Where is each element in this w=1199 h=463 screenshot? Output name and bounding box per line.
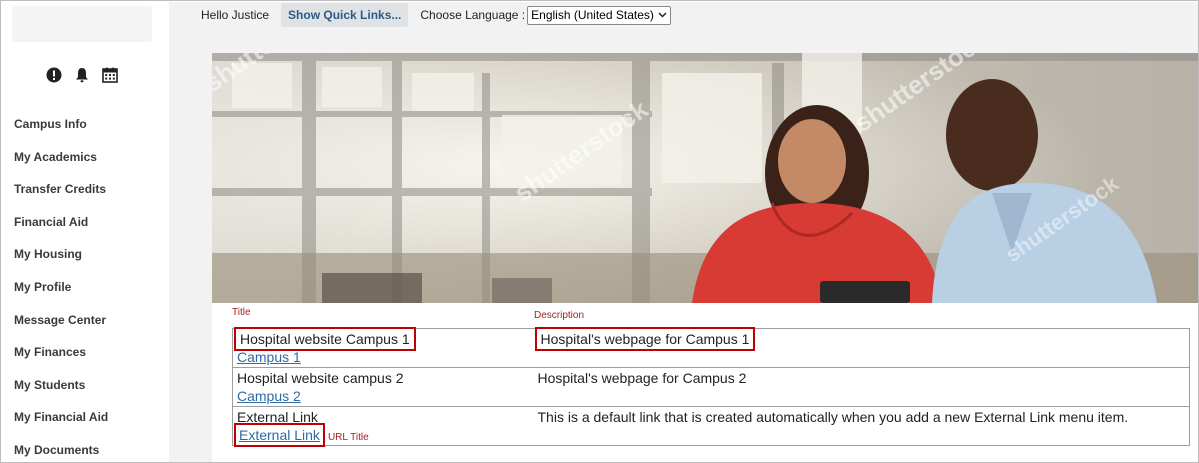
sidebar-item-financial-aid[interactable]: Financial Aid	[14, 214, 108, 247]
quick-links-table: Hospital website Campus 1 Campus 1 Hospi…	[232, 327, 1190, 447]
alert-icon[interactable]	[45, 66, 63, 84]
main-content: Hello Justice Show Quick Links... Choose…	[169, 2, 1198, 462]
top-bar: Hello Justice Show Quick Links... Choose…	[201, 3, 671, 27]
sidebar-item-my-housing[interactable]: My Housing	[14, 246, 108, 279]
sidebar-icons	[45, 66, 119, 84]
link-cell: Hospital website campus 2 Campus 2	[232, 367, 534, 407]
link-url[interactable]: Campus 1	[237, 348, 301, 366]
sidebar-item-my-students[interactable]: My Students	[14, 377, 108, 410]
title-annotation: Title	[232, 307, 251, 318]
chevron-down-icon	[658, 12, 667, 18]
table-row: External Link External Link URL Title Thi…	[232, 406, 1190, 447]
table-row: Hospital website campus 2 Campus 2 Hospi…	[232, 367, 1190, 407]
bell-icon[interactable]	[73, 66, 91, 84]
language-value: English (United States)	[531, 8, 654, 22]
link-url[interactable]: External Link	[234, 423, 325, 447]
language-label: Choose Language :	[420, 8, 526, 22]
sidebar-item-my-finances[interactable]: My Finances	[14, 344, 108, 377]
url-title-annotation: URL Title	[327, 432, 369, 443]
sidebar: Campus Info My Academics Transfer Credit…	[2, 2, 168, 462]
table-row: Hospital website Campus 1 Campus 1 Hospi…	[232, 327, 1190, 368]
link-description: Hospital's webpage for Campus 1	[534, 327, 756, 351]
language-select[interactable]: English (United States)	[527, 5, 671, 25]
sidebar-item-transfer-credits[interactable]: Transfer Credits	[14, 181, 108, 214]
link-title: Hospital website campus 2	[237, 370, 404, 386]
sidebar-item-my-financial-aid[interactable]: My Financial Aid	[14, 409, 108, 442]
link-cell: Hospital website Campus 1 Campus 1	[232, 327, 534, 368]
quick-links-panel: shutterstock shutterstock shutterstock s…	[212, 53, 1198, 462]
hero-image: shutterstock shutterstock shutterstock s…	[212, 53, 1198, 303]
logo	[12, 6, 152, 42]
sidebar-nav: Campus Info My Academics Transfer Credit…	[14, 116, 108, 462]
description-annotation: Description	[534, 310, 585, 321]
description-cell: Hospital's webpage for Campus 2	[533, 367, 1190, 407]
link-description: Hospital's webpage for Campus 2	[537, 370, 747, 386]
link-title: Hospital website Campus 1	[234, 327, 416, 351]
description-cell: Hospital's webpage for Campus 1	[533, 327, 1190, 368]
link-title: External Link	[237, 409, 318, 425]
calendar-icon[interactable]	[101, 66, 119, 84]
sidebar-item-campus-info[interactable]: Campus Info	[14, 116, 108, 149]
link-description: This is a default link that is created a…	[537, 409, 1129, 425]
greeting: Hello Justice	[201, 8, 270, 22]
link-url[interactable]: Campus 2	[237, 387, 301, 405]
app-window: Campus Info My Academics Transfer Credit…	[0, 0, 1199, 463]
sidebar-item-my-documents[interactable]: My Documents	[14, 442, 108, 462]
show-quick-links-button[interactable]: Show Quick Links...	[281, 3, 409, 27]
sidebar-item-message-center[interactable]: Message Center	[14, 312, 108, 345]
link-cell: External Link External Link URL Title	[232, 406, 534, 447]
description-cell: This is a default link that is created a…	[533, 406, 1190, 446]
sidebar-item-my-academics[interactable]: My Academics	[14, 149, 108, 182]
sidebar-item-my-profile[interactable]: My Profile	[14, 279, 108, 312]
